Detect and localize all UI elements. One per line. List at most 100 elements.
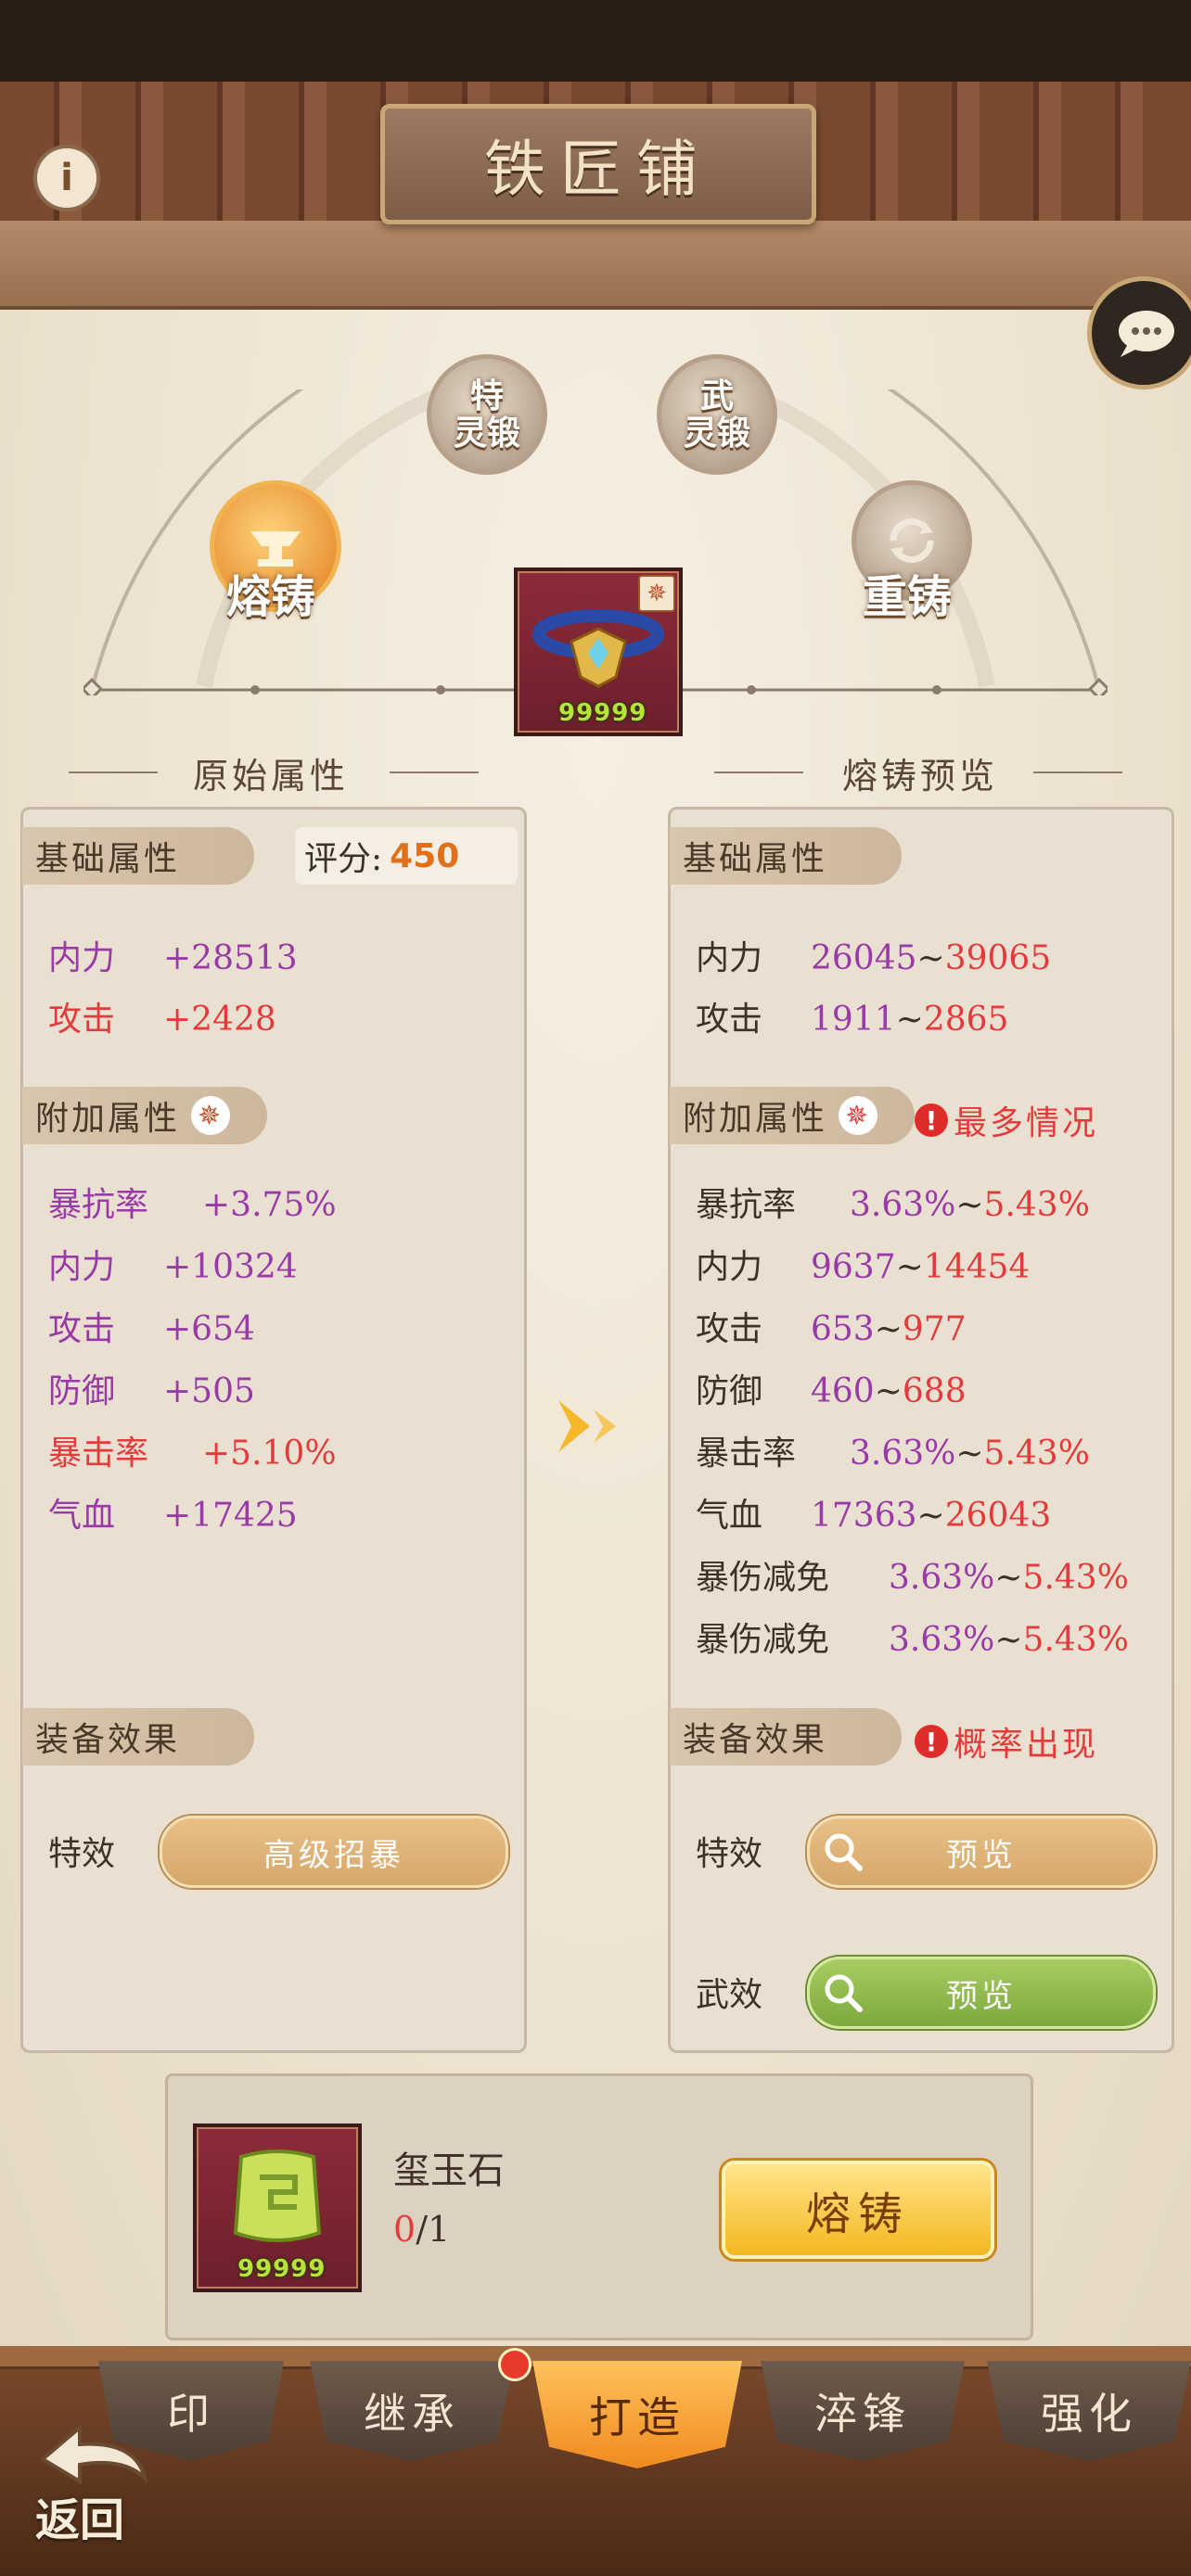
martial-forge-bottom-label: 灵锻 <box>683 414 750 453</box>
score-box: 评分: 450 <box>295 827 518 885</box>
left-extra-stat-row: 气血 +17425 <box>48 1488 298 1537</box>
effect-note: ! 概率出现 <box>915 1717 1098 1766</box>
stat-max: 5.43% <box>983 1186 1090 1224</box>
smelt-skill-label: 熔铸 <box>226 571 316 623</box>
right-extra-stat-row: 攻击 653~977 <box>696 1302 967 1350</box>
left-extra-attr-tag: 附加属性 ✵ <box>22 1087 267 1144</box>
tilde: ~ <box>874 1372 903 1410</box>
stat-value: +654 <box>163 1310 255 1348</box>
effect-value-button[interactable]: 高级招暴 <box>160 1816 508 1888</box>
right-extra-stat-row: 防御 460~688 <box>696 1364 967 1412</box>
left-base-stat-row: 攻击 +2428 <box>48 992 276 1040</box>
score-value: 450 <box>390 836 460 875</box>
stat-name: 攻击 <box>48 1310 116 1348</box>
special-forge-bottom-label: 灵锻 <box>453 414 520 453</box>
stat-min: 3.63% <box>889 1621 995 1659</box>
right-extra-attr-label: 附加属性 <box>683 1100 828 1138</box>
special-forge-top-label: 特 <box>469 376 504 415</box>
right-effect2-label: 武效 <box>696 1976 763 2014</box>
info-button[interactable]: i <box>33 145 100 211</box>
right-extra-stat-row: 暴伤减免 3.63%~5.43% <box>696 1550 1129 1599</box>
stat-min: 9637 <box>811 1248 896 1286</box>
stat-value: +505 <box>163 1372 255 1410</box>
equipment-item-card[interactable]: ✵ 99999 <box>514 567 683 736</box>
right-extra-stat-row: 暴击率 3.63%~5.43% <box>696 1426 1090 1474</box>
attr-badge-icon: ✵ <box>839 1096 878 1135</box>
stat-name: 暴抗率 <box>696 1186 797 1224</box>
stat-max: 39065 <box>944 939 1052 977</box>
recast-skill-label: 重铸 <box>863 571 953 623</box>
right-equip-effect-tag: 装备效果 <box>670 1708 902 1766</box>
stat-min: 3.63% <box>889 1559 995 1597</box>
martial-effect-preview-button[interactable]: 预览 <box>807 1957 1156 2029</box>
left-base-attr-tag: 基础属性 <box>22 827 254 885</box>
stat-min: 460 <box>811 1372 875 1410</box>
right-title-line-right <box>1033 772 1122 773</box>
left-extra-stat-row: 内力 +10324 <box>48 1240 298 1288</box>
back-button[interactable]: 返回 <box>28 2422 158 2552</box>
stat-name: 气血 <box>48 1497 116 1535</box>
right-extra-stat-row: 暴抗率 3.63%~5.43% <box>696 1178 1090 1226</box>
stat-max: 26043 <box>944 1497 1052 1535</box>
stat-max: 5.43% <box>1022 1621 1129 1659</box>
double-arrow-icon <box>558 1400 616 1452</box>
stat-name: 攻击 <box>696 1310 763 1348</box>
stat-min: 1911 <box>811 1001 896 1039</box>
tilde: ~ <box>994 1621 1023 1659</box>
magnifier-icon <box>825 1833 863 1871</box>
material-name: 玺玉石 <box>393 2149 505 2192</box>
tilde: ~ <box>874 1310 903 1348</box>
warning-icon: ! <box>915 1103 948 1137</box>
special-effect-preview-button[interactable]: 预览 <box>807 1816 1156 1888</box>
equipment-count: 99999 <box>558 699 647 727</box>
left-equip-effect-tag: 装备效果 <box>22 1708 254 1766</box>
top-status-area <box>0 0 1191 82</box>
tilde: ~ <box>955 1186 984 1224</box>
info-icon: i <box>60 157 73 199</box>
warning-icon: ! <box>915 1725 948 1758</box>
stat-value: +10324 <box>163 1248 298 1286</box>
stat-max: 5.43% <box>1022 1559 1129 1597</box>
stat-name: 攻击 <box>696 1001 763 1039</box>
stat-max: 14454 <box>923 1248 1031 1286</box>
right-base-stat-row: 攻击 1911~2865 <box>696 992 1008 1040</box>
stat-name: 内力 <box>696 1248 763 1286</box>
stat-value: +28513 <box>163 939 298 977</box>
page-title: 铁匠铺 <box>484 134 712 205</box>
preview-label: 预览 <box>946 1977 1017 2015</box>
stat-max: 977 <box>902 1310 967 1348</box>
stat-value: +17425 <box>163 1497 298 1535</box>
martial-forge-node[interactable]: 武 灵锻 <box>657 354 777 475</box>
stat-min: 3.63% <box>850 1435 956 1473</box>
stat-min: 26045 <box>811 939 917 977</box>
stat-name: 防御 <box>48 1372 116 1410</box>
right-extra-stat-row: 暴伤减免 3.63%~5.43% <box>696 1613 1129 1661</box>
tilde: ~ <box>916 939 945 977</box>
right-effect1-label: 特效 <box>696 1835 763 1873</box>
stat-name: 气血 <box>696 1497 763 1535</box>
smelt-button[interactable]: 熔铸 <box>722 2161 994 2259</box>
left-extra-stat-row: 暴抗率 +3.75% <box>48 1178 337 1226</box>
left-extra-stat-row: 攻击 +654 <box>48 1302 255 1350</box>
stat-min: 653 <box>811 1310 875 1348</box>
material-quantity: 0/1 <box>393 2209 450 2250</box>
extra-note-text: 最多情况 <box>954 1104 1099 1142</box>
material-have: 0 <box>393 2209 416 2250</box>
left-title-line-right <box>390 772 479 773</box>
right-section-title: 熔铸预览 <box>842 756 999 797</box>
tilde: ~ <box>895 1001 924 1039</box>
back-arrow-icon <box>39 2423 148 2485</box>
tilde: ~ <box>994 1559 1023 1597</box>
chat-button[interactable] <box>1087 276 1191 389</box>
stat-value: +5.10% <box>202 1435 337 1473</box>
stat-name: 内力 <box>48 1248 116 1286</box>
magnifier-icon <box>825 1974 863 2012</box>
tilde: ~ <box>955 1435 984 1473</box>
material-item-card[interactable]: 99999 <box>193 2123 362 2292</box>
special-forge-node[interactable]: 特 灵锻 <box>427 354 547 475</box>
stat-name: 暴击率 <box>696 1435 797 1473</box>
right-base-stat-row: 内力 26045~39065 <box>696 931 1051 979</box>
attr-badge-icon: ✵ <box>191 1096 231 1135</box>
stat-name: 暴伤减免 <box>696 1559 830 1597</box>
stat-name: 内力 <box>48 939 116 977</box>
